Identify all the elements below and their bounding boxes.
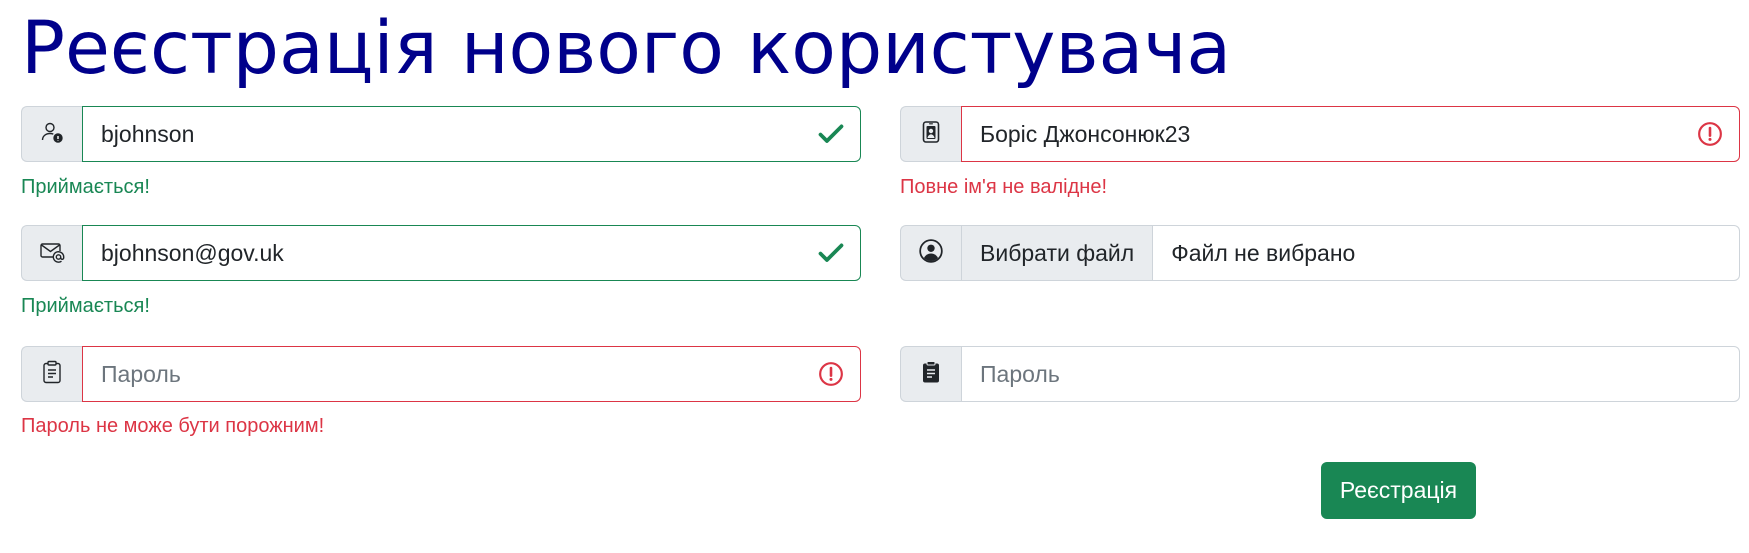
check-icon <box>816 238 846 268</box>
error-icon <box>816 359 846 389</box>
avatar-addon <box>900 225 961 281</box>
password-addon <box>21 346 82 402</box>
choose-file-button[interactable]: Вибрати файл <box>961 225 1154 281</box>
file-name-display: Файл не вибрано <box>1153 225 1740 281</box>
username-field-wrapper <box>82 106 861 162</box>
email-addon <box>21 225 82 281</box>
fullname-group <box>900 106 1740 162</box>
register-button[interactable]: Реєстрація <box>1321 462 1476 519</box>
envelope-at-icon <box>39 239 65 268</box>
username-group <box>21 106 861 162</box>
username-addon <box>21 106 82 162</box>
error-icon <box>1695 119 1725 149</box>
avatar-group: Вибрати файл Файл не вибрано <box>900 225 1740 281</box>
password-confirm-field-wrapper <box>961 346 1740 402</box>
email-input[interactable] <box>101 239 842 267</box>
clipboard-icon <box>41 360 63 389</box>
password-group <box>21 346 861 402</box>
email-field-wrapper <box>82 225 861 281</box>
password-confirm-input[interactable] <box>980 360 1721 388</box>
password-field-wrapper <box>82 346 861 402</box>
clipboard-fill-icon <box>920 360 942 389</box>
fullname-input[interactable] <box>980 120 1721 148</box>
fullname-feedback: Повне ім'я не валідне! <box>900 176 1108 198</box>
fullname-addon <box>900 106 961 162</box>
password-input[interactable] <box>101 360 842 388</box>
page-title: Реєстрація нового користувача <box>21 6 1232 91</box>
check-icon <box>816 119 846 149</box>
username-feedback: Приймається! <box>21 176 150 198</box>
email-group <box>21 225 861 281</box>
password-confirm-group <box>900 346 1740 402</box>
email-feedback: Приймається! <box>21 295 150 317</box>
registration-page: Реєстрація нового користувача Приймаєтьс… <box>0 0 1749 553</box>
password-confirm-addon <box>900 346 961 402</box>
username-input[interactable] <box>101 120 842 148</box>
fullname-field-wrapper <box>961 106 1740 162</box>
person-circle-icon <box>918 238 944 269</box>
password-feedback: Пароль не може бути порожним! <box>21 415 325 437</box>
id-card-icon <box>919 120 943 149</box>
person-badge-icon <box>40 120 64 149</box>
